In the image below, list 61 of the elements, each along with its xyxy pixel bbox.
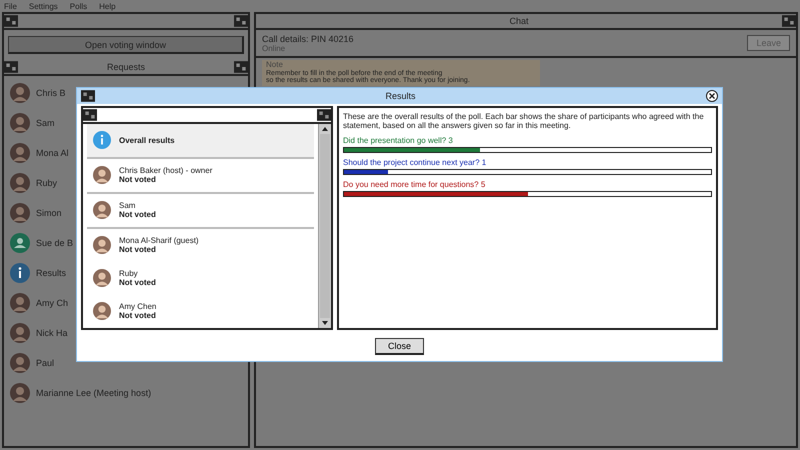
avatar-icon <box>93 201 111 220</box>
grip-icon[interactable] <box>234 15 248 27</box>
voter-item[interactable]: Overall results <box>87 124 314 159</box>
question-label: Do you need more time for questions? 5 <box>343 180 486 189</box>
avatar-icon <box>10 353 30 373</box>
avatar-icon <box>10 173 30 193</box>
question-label: Should the project continue next year? 1 <box>343 158 488 167</box>
panel-title: Chat <box>508 16 530 26</box>
grip-icon[interactable] <box>4 61 18 73</box>
contact-name[interactable]: Mona Al <box>36 148 69 158</box>
scrollbar[interactable] <box>318 124 331 328</box>
avatar-icon <box>10 83 30 103</box>
avatar-icon <box>10 383 30 403</box>
contact-name[interactable]: Nick Ha <box>36 328 68 338</box>
contact-name[interactable]: Paul <box>36 358 54 368</box>
contact-name[interactable]: Sam <box>36 118 55 128</box>
voter-item[interactable]: Chris Baker (host) - owner Not voted <box>87 158 314 194</box>
results-intro: These are the overall results of the poll. Each bar shows the share of participants who agreed with the statement, based on all the answers given so far in this meeting. <box>343 112 705 131</box>
contact-name[interactable]: Sue de B <box>36 238 74 248</box>
avatar-icon <box>93 302 111 320</box>
menu-item[interactable]: Polls <box>70 2 88 10</box>
dialog-title: Results <box>384 90 416 101</box>
contact-name[interactable]: Marianne Lee (Meeting host) <box>36 388 152 398</box>
info-icon <box>93 131 111 150</box>
avatar-icon <box>10 203 30 223</box>
contact-name[interactable]: Results <box>36 268 66 278</box>
grip-icon[interactable] <box>4 15 18 27</box>
grip-icon[interactable] <box>234 61 248 73</box>
question-label: Did the presentation go well? 3 <box>343 136 454 145</box>
scroll-down-icon[interactable] <box>322 320 328 326</box>
note-title: Note <box>266 61 284 70</box>
info-icon <box>10 263 30 283</box>
close-button[interactable]: Close <box>374 338 424 355</box>
close-icon[interactable] <box>706 90 718 102</box>
grip-icon[interactable] <box>83 108 97 121</box>
contact-name[interactable]: Simon <box>36 208 62 218</box>
menu-item[interactable]: Help <box>99 2 116 10</box>
contact-name[interactable]: Amy Ch <box>36 298 68 308</box>
menu-item[interactable]: Settings <box>28 2 58 10</box>
voter-item[interactable]: Sam Not voted <box>87 194 314 229</box>
avatar-icon <box>93 236 111 254</box>
avatar-icon <box>10 113 30 133</box>
avatar-icon <box>93 166 111 184</box>
voter-item[interactable]: Ruby Not voted <box>87 262 314 295</box>
call-details: Call details: PIN 40216 <box>262 34 354 44</box>
contact-name[interactable]: Ruby <box>36 178 58 188</box>
voter-item[interactable]: Mona Al-Sharif (guest) Not voted <box>87 228 314 262</box>
avatar-icon <box>93 269 111 288</box>
grip-icon[interactable] <box>81 90 95 102</box>
voter-item[interactable]: Amy Chen Not voted <box>87 294 314 328</box>
panel-title: Requests <box>106 62 146 72</box>
menu-item[interactable]: File <box>4 2 17 10</box>
avatar-icon <box>10 293 30 313</box>
scroll-up-icon[interactable] <box>322 126 328 132</box>
contact-name[interactable]: Chris B <box>36 88 66 98</box>
grip-icon[interactable] <box>782 15 796 27</box>
open-voting-button[interactable]: Open voting window <box>8 36 244 54</box>
avatar-icon <box>10 323 30 343</box>
avatar-icon <box>10 143 30 163</box>
grip-icon[interactable] <box>317 108 331 121</box>
group-icon <box>10 233 30 253</box>
